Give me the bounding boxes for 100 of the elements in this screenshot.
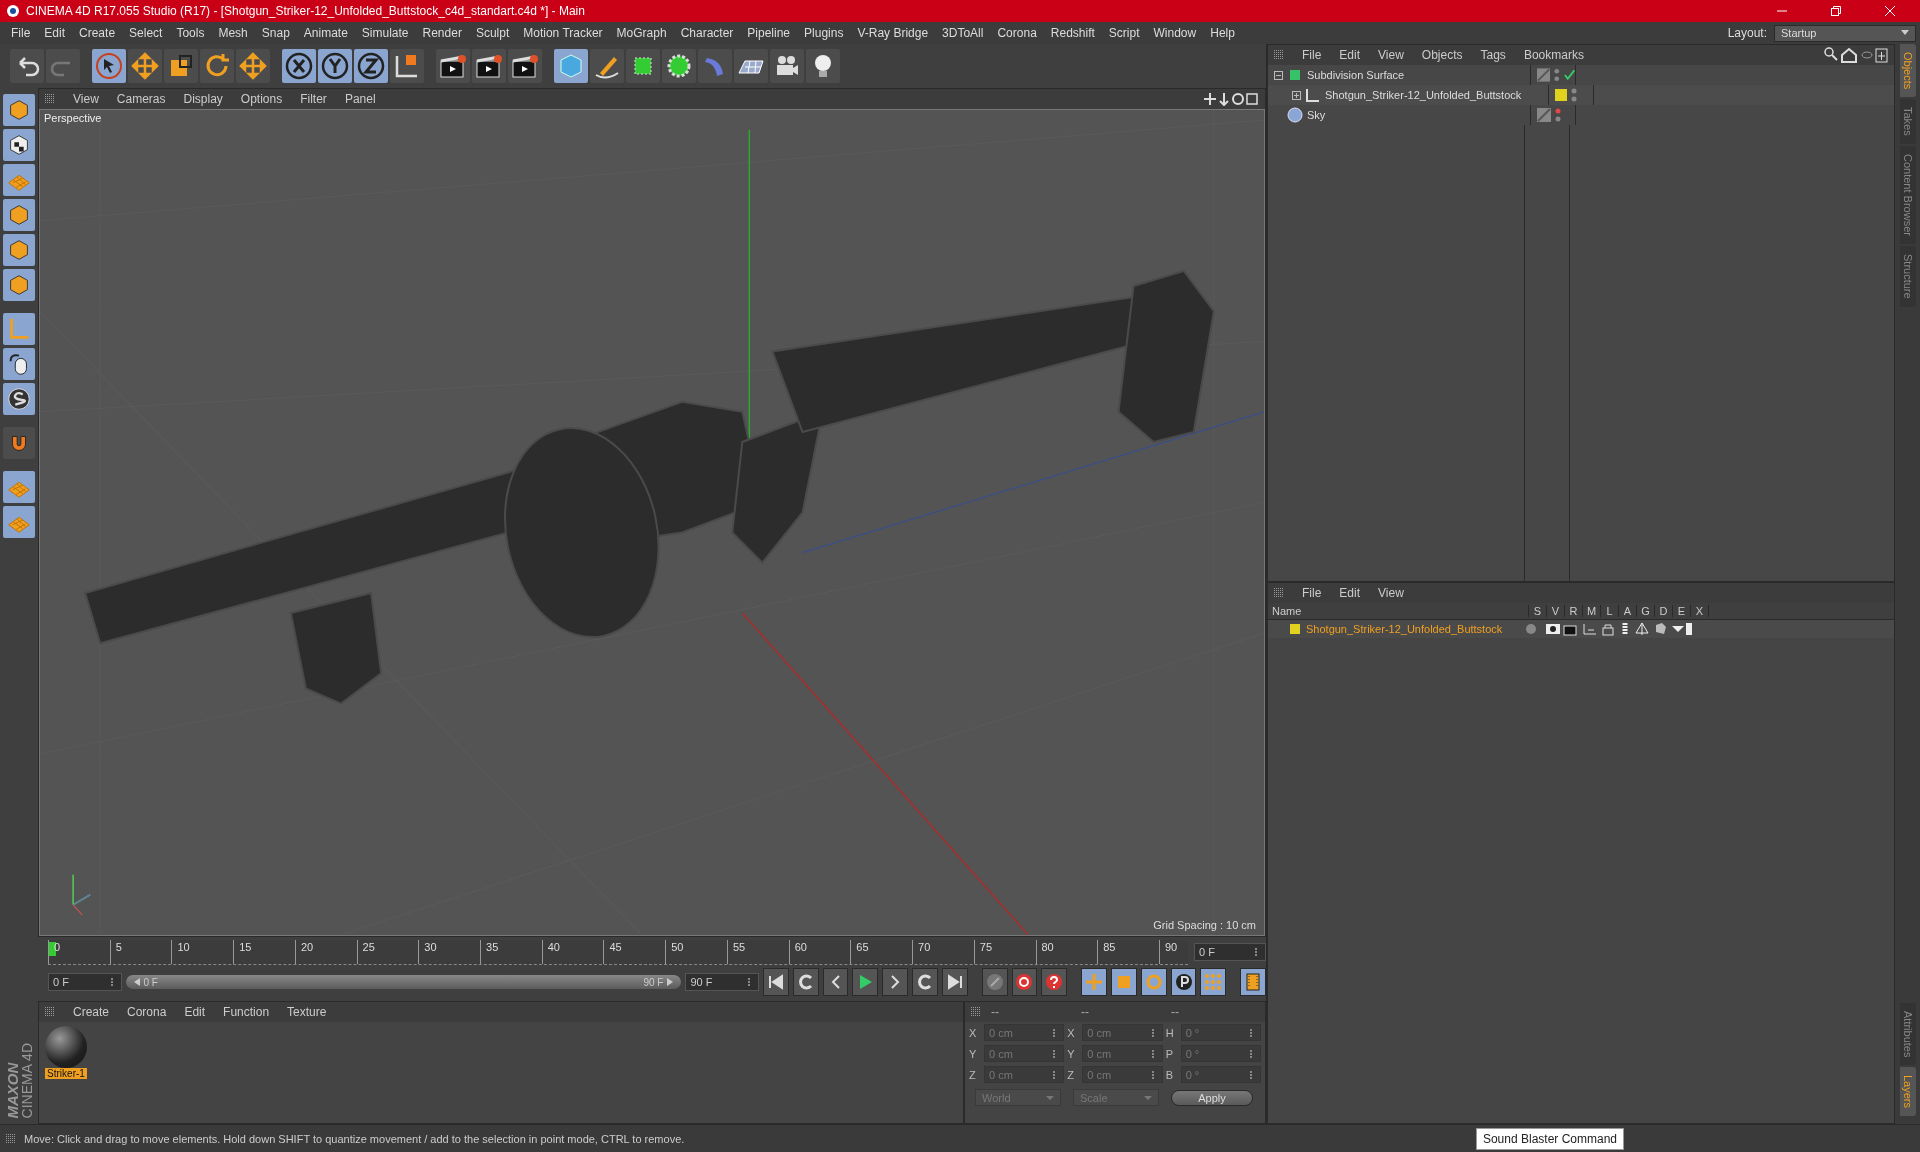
menu-item[interactable]: Mesh xyxy=(211,26,255,40)
frame-number: 30 xyxy=(424,940,437,953)
menu-item[interactable]: Help xyxy=(1203,26,1242,40)
object-name[interactable]: Sky xyxy=(1307,109,1326,121)
axis-label: Y xyxy=(1067,1047,1076,1060)
maxon-logo: MAXON CINEMA 4D xyxy=(4,1042,34,1118)
frame-number: 55 xyxy=(732,940,746,953)
column-header[interactable]: R xyxy=(1565,605,1583,617)
menu-item[interactable]: Simulate xyxy=(354,26,416,40)
column-header[interactable]: A xyxy=(1619,605,1637,617)
frame-number: 50 xyxy=(671,940,684,953)
viewport-menu-item[interactable]: Filter xyxy=(292,92,335,106)
menu-item[interactable]: Edit xyxy=(37,26,73,40)
material-menu-item[interactable]: Corona xyxy=(119,1005,175,1019)
menu-item[interactable]: 3DToAll xyxy=(935,26,991,40)
axis-label: X xyxy=(1067,1026,1076,1039)
column-header[interactable]: M xyxy=(1583,605,1601,617)
side-tab[interactable]: Objects xyxy=(1899,44,1916,98)
status-message: Move: Click and drag to move elements. Hold down SHIFT to quantize movement / add to the selection in point mode, CTRL to remove. xyxy=(24,1132,685,1145)
column-header[interactable]: G xyxy=(1637,605,1655,617)
menu-item[interactable]: Character xyxy=(673,26,741,40)
axis-label: Z xyxy=(1067,1068,1076,1081)
coordinate-header: -- xyxy=(1171,1005,1180,1019)
objects-menu-item[interactable]: Bookmarks xyxy=(1515,48,1592,62)
menu-item[interactable]: Plugins xyxy=(797,26,851,40)
axis-label: Y xyxy=(969,1047,978,1060)
menu-item[interactable]: Create xyxy=(72,26,123,40)
frame-number: 65 xyxy=(856,940,869,953)
menu-item[interactable]: Motion Tracker xyxy=(516,26,610,40)
viewport-menu-item[interactable]: Cameras xyxy=(108,92,174,106)
axis-label: B xyxy=(1165,1068,1174,1081)
frame-number: 80 xyxy=(1041,940,1054,953)
menu-item[interactable]: File xyxy=(4,26,38,40)
layout-label: Layout: xyxy=(1726,26,1768,40)
viewport-menu-item[interactable]: Display xyxy=(175,92,231,106)
viewport-menu-item[interactable]: Panel xyxy=(336,92,384,106)
menu-item[interactable]: Select xyxy=(122,26,170,40)
column-header[interactable]: L xyxy=(1601,605,1619,617)
menu-item[interactable]: Redshift xyxy=(1043,26,1102,40)
object-name[interactable]: Shotgun_Striker-12_Unfolded_Buttstock xyxy=(1325,89,1522,101)
objects-menu-item[interactable]: Edit xyxy=(1331,48,1369,62)
frame-number: 20 xyxy=(300,940,314,953)
frame-number: 85 xyxy=(1103,940,1116,953)
layout-dropdown[interactable]: Startup xyxy=(1774,24,1916,42)
object-name[interactable]: Subdivision Surface xyxy=(1307,69,1405,81)
menu-item[interactable]: Window xyxy=(1146,26,1204,40)
axis-label: H xyxy=(1165,1026,1175,1039)
side-tab[interactable]: Takes xyxy=(1899,99,1916,145)
side-tab[interactable]: Layers xyxy=(1899,1066,1916,1116)
side-tab[interactable]: Attributes xyxy=(1899,1002,1916,1065)
column-header[interactable]: V xyxy=(1547,605,1565,617)
column-header[interactable]: S xyxy=(1529,605,1547,617)
menu-item[interactable]: V-Ray Bridge xyxy=(850,26,936,40)
menu-item[interactable]: Pipeline xyxy=(740,26,798,40)
column-header[interactable]: D xyxy=(1655,605,1673,617)
start-frame-field[interactable]: 0 F xyxy=(48,973,122,991)
end-frame-field[interactable]: 90 F xyxy=(685,973,759,991)
menu-item[interactable]: Snap xyxy=(254,26,297,40)
coordinate-header: -- xyxy=(991,1005,1000,1019)
frame-number: 25 xyxy=(362,940,375,953)
material-menu-item[interactable]: Texture xyxy=(279,1005,335,1019)
frame-number: 10 xyxy=(177,940,190,953)
layers-menu-item[interactable]: Edit xyxy=(1331,586,1369,600)
frame-number: 90 xyxy=(1164,940,1178,953)
frame-number: 60 xyxy=(794,940,807,953)
axis-label: P xyxy=(1165,1047,1174,1060)
camera-label: Perspective xyxy=(44,112,102,124)
menu-item[interactable]: Sculpt xyxy=(468,26,517,40)
layers-menu-item[interactable]: View xyxy=(1370,586,1412,600)
current-frame-field[interactable]: 0 F xyxy=(1194,943,1266,961)
column-header[interactable]: X xyxy=(1691,605,1709,617)
material-name[interactable]: Striker-1 xyxy=(45,1068,87,1079)
objects-menu-item[interactable]: View xyxy=(1370,48,1412,62)
grid-spacing-label: Grid Spacing : 10 cm xyxy=(1153,919,1256,931)
objects-menu-item[interactable]: Tags xyxy=(1472,48,1514,62)
column-header[interactable]: E xyxy=(1673,605,1691,617)
menu-item[interactable]: Tools xyxy=(169,26,212,40)
menu-item[interactable]: Script xyxy=(1101,26,1147,40)
viewport-menu-item[interactable]: View xyxy=(65,92,107,106)
frame-number: 75 xyxy=(979,940,993,953)
frame-number: 45 xyxy=(609,940,622,953)
menu-item[interactable]: Animate xyxy=(296,26,355,40)
menu-item[interactable]: MoGraph xyxy=(609,26,674,40)
column-header[interactable]: Name xyxy=(1268,605,1529,617)
material-menu-item[interactable]: Create xyxy=(65,1005,118,1019)
menu-item[interactable]: Corona xyxy=(990,26,1044,40)
objects-menu-item[interactable]: Objects xyxy=(1413,48,1471,62)
objects-menu-item[interactable]: File xyxy=(1294,48,1330,62)
viewport-menu-item[interactable]: Options xyxy=(232,92,291,106)
side-tab[interactable]: Content Browser xyxy=(1899,146,1916,244)
side-tab[interactable]: Structure xyxy=(1899,246,1916,307)
frame-number: 70 xyxy=(918,940,931,953)
material-menu-item[interactable]: Edit xyxy=(176,1005,214,1019)
menu-item[interactable]: Render xyxy=(415,26,469,40)
frame-number: 5 xyxy=(115,940,122,953)
material-menu-item[interactable]: Function xyxy=(215,1005,278,1019)
axis-label: X xyxy=(969,1026,978,1039)
tooltip: Sound Blaster Command xyxy=(1475,1127,1624,1150)
layers-menu-item[interactable]: File xyxy=(1294,586,1330,600)
frame-number: 15 xyxy=(239,940,252,953)
